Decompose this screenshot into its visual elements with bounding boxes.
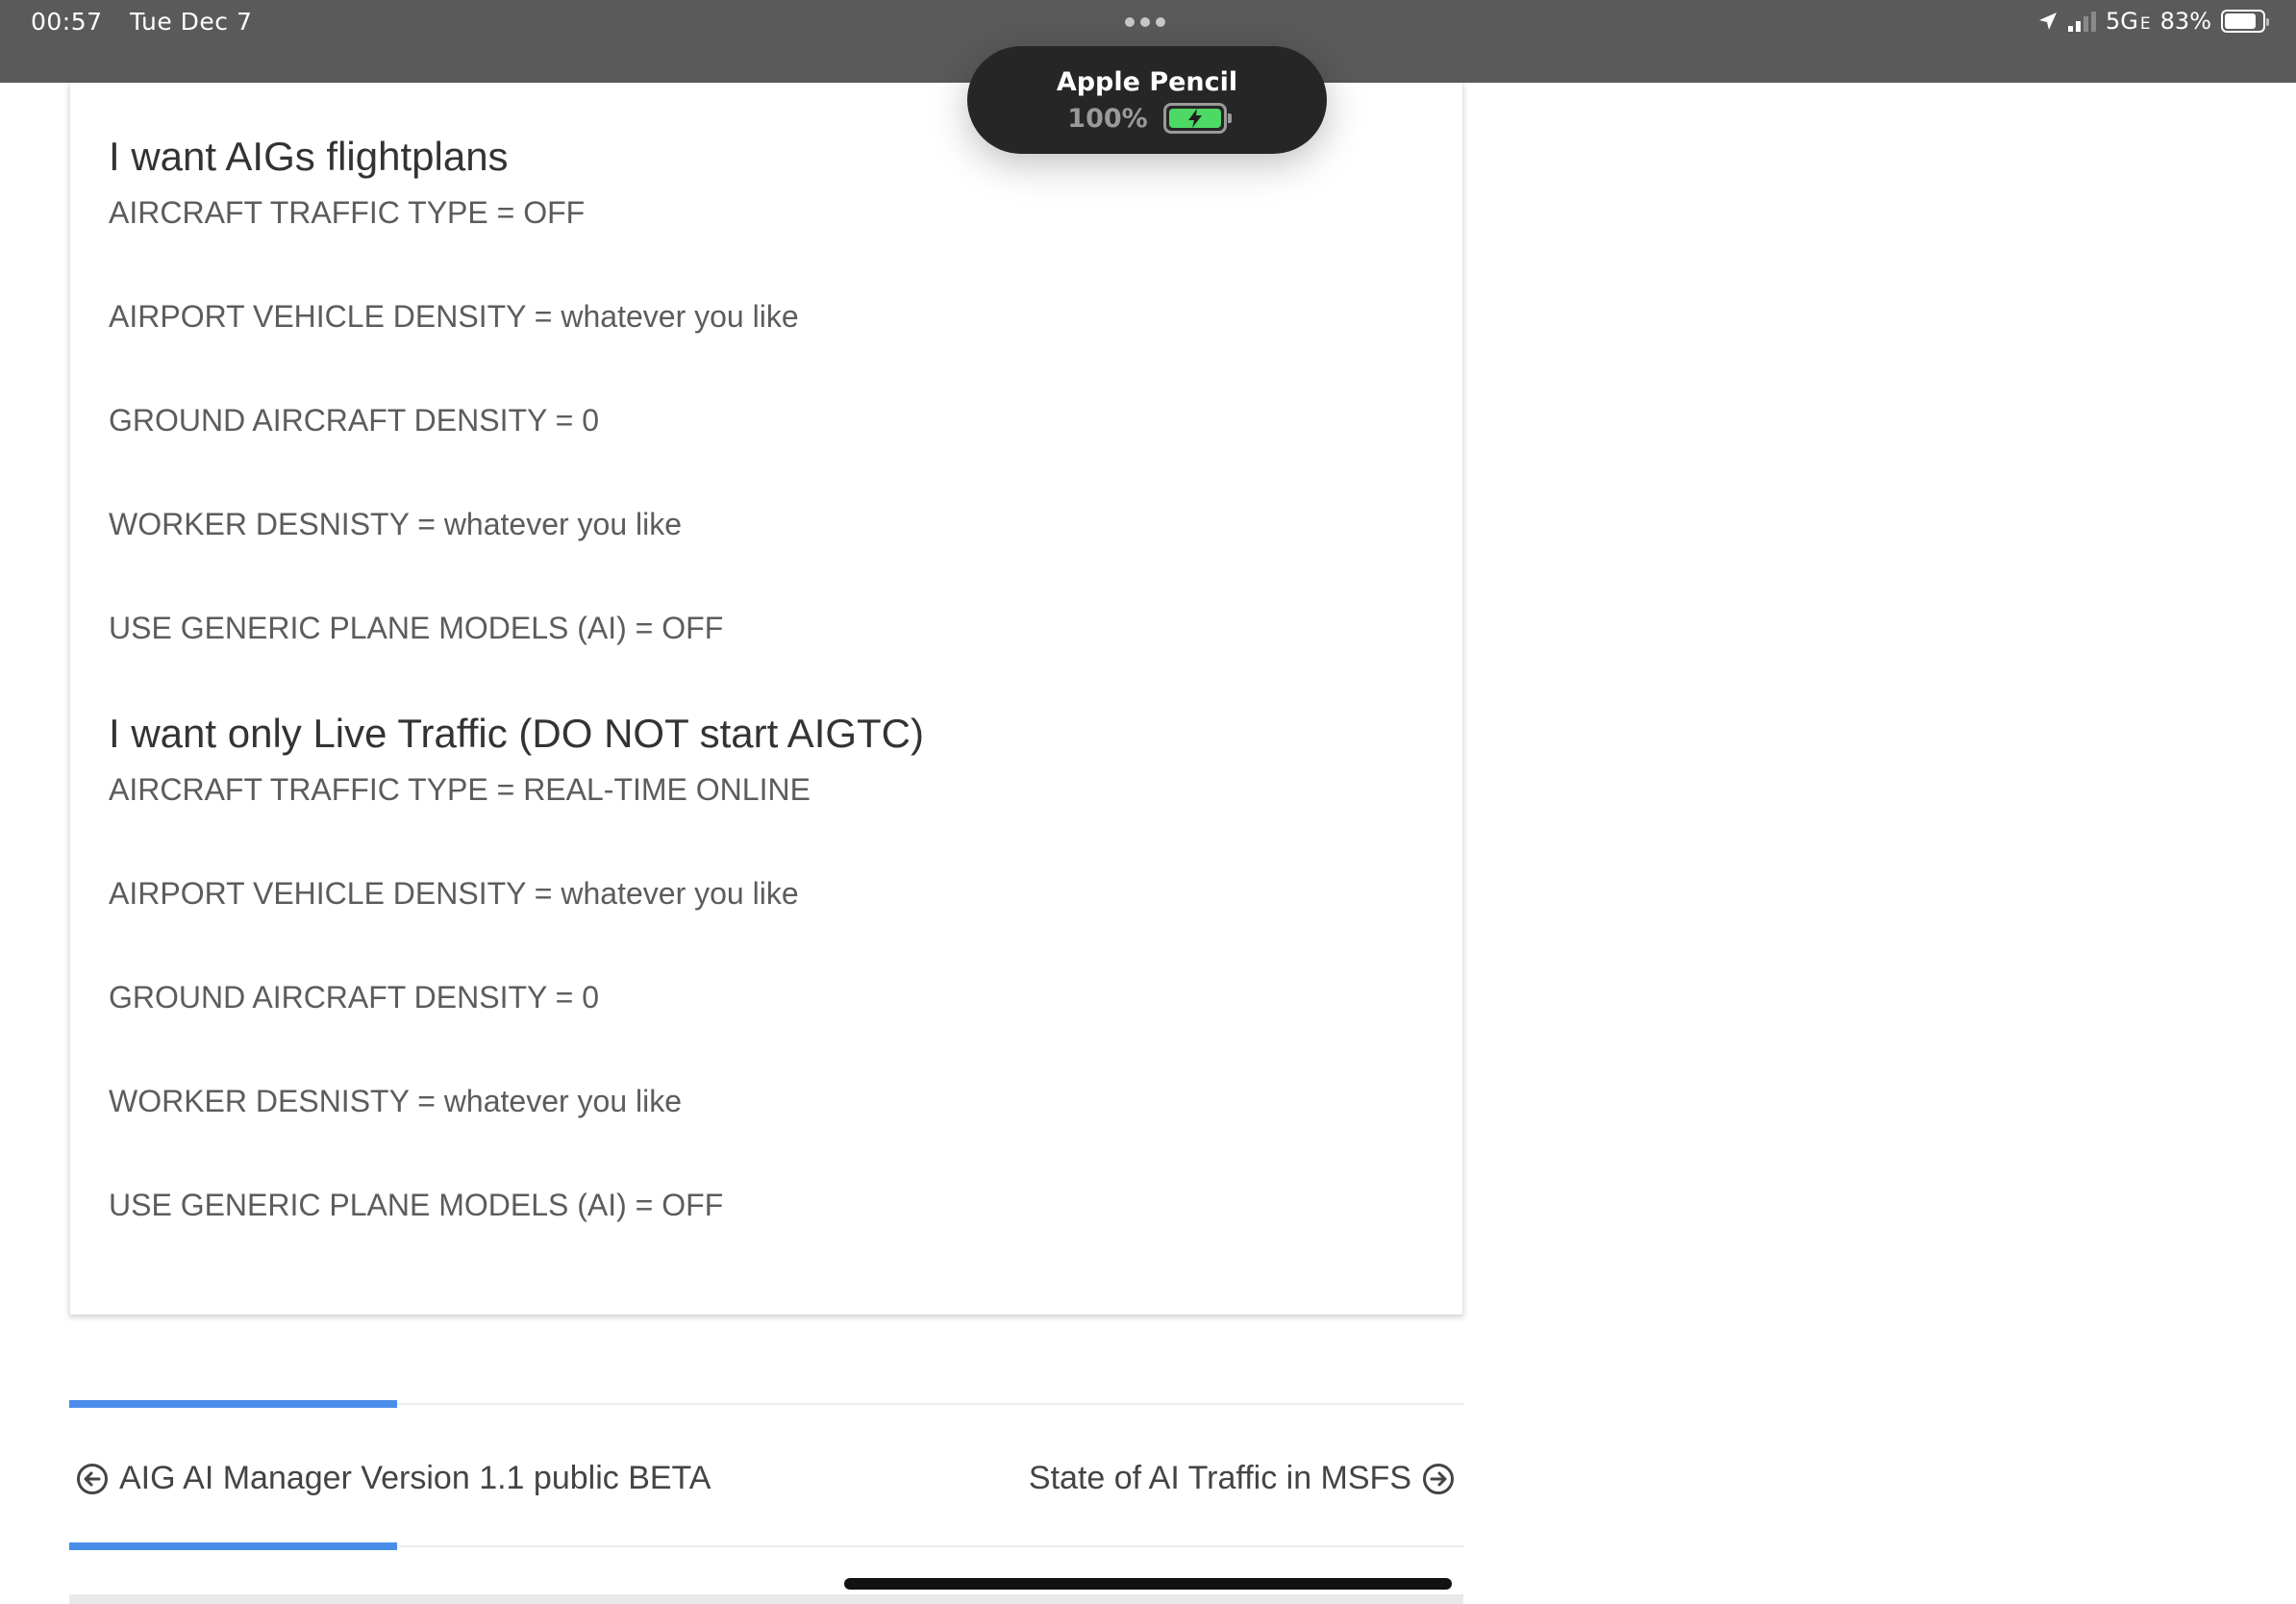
setting-line: AIRCRAFT TRAFFIC TYPE = REAL-TIME ONLINE <box>109 772 811 807</box>
apple-pencil-popup: Apple Pencil 100% <box>967 46 1327 154</box>
setting-line: AIRPORT VEHICLE DENSITY = whatever you l… <box>109 876 799 911</box>
setting-line: GROUND AIRCRAFT DENSITY = 0 <box>109 403 600 438</box>
cellular-signal-icon <box>2068 11 2097 32</box>
pencil-name: Apple Pencil <box>1056 67 1238 97</box>
post-nav-accent-bottom <box>69 1542 397 1550</box>
setting-line: WORKER DESNISTY = whatever you like <box>109 507 683 541</box>
section-heading: I want AIGs flightplans <box>109 134 509 179</box>
section-live-traffic: I want only Live Traffic (DO NOT start A… <box>109 714 924 754</box>
next-post-title: State of AI Traffic in MSFS <box>1028 1460 1411 1496</box>
pencil-battery-percent: 100% <box>1067 103 1148 134</box>
pencil-battery-icon <box>1162 103 1232 134</box>
footer-edge <box>69 1594 1463 1604</box>
article-card: I want AIGs flightplans AIRCRAFT TRAFFIC… <box>69 83 1463 1316</box>
setting-line: GROUND AIRCRAFT DENSITY = 0 <box>109 980 600 1015</box>
battery-percent: 83% <box>2159 8 2211 35</box>
setting-line: AIRCRAFT TRAFFIC TYPE = OFF <box>109 195 586 230</box>
status-date: Tue Dec 7 <box>130 8 253 36</box>
location-arrow-icon <box>2039 13 2058 30</box>
network-type: 5G E <box>2106 8 2151 35</box>
setting-line: USE GENERIC PLANE MODELS (AI) = OFF <box>109 611 724 645</box>
setting-line: USE GENERIC PLANE MODELS (AI) = OFF <box>109 1188 724 1222</box>
section-heading: I want only Live Traffic (DO NOT start A… <box>109 711 924 756</box>
multitasking-dots-icon[interactable] <box>1125 17 1165 27</box>
status-indicators: 5G E 83% <box>2037 8 2269 35</box>
home-indicator[interactable] <box>844 1578 1452 1590</box>
section-aig-flightplans: I want AIGs flightplans <box>109 137 509 177</box>
previous-post-title: AIG AI Manager Version 1.1 public BETA <box>119 1460 711 1496</box>
post-nav-accent-top <box>69 1400 397 1408</box>
status-time-date: 00:57 Tue Dec 7 <box>31 8 271 36</box>
battery-icon <box>2221 10 2269 33</box>
circle-arrow-left-icon <box>77 1463 108 1494</box>
previous-post-link[interactable]: AIG AI Manager Version 1.1 public BETA <box>77 1460 711 1497</box>
status-time: 00:57 <box>31 8 103 36</box>
setting-line: WORKER DESNISTY = whatever you like <box>109 1084 683 1118</box>
charging-bolt-icon <box>1187 109 1202 128</box>
next-post-link[interactable]: State of AI Traffic in MSFS <box>1029 1460 1454 1497</box>
circle-arrow-right-icon <box>1423 1463 1454 1494</box>
setting-line: AIRPORT VEHICLE DENSITY = whatever you l… <box>109 299 799 334</box>
